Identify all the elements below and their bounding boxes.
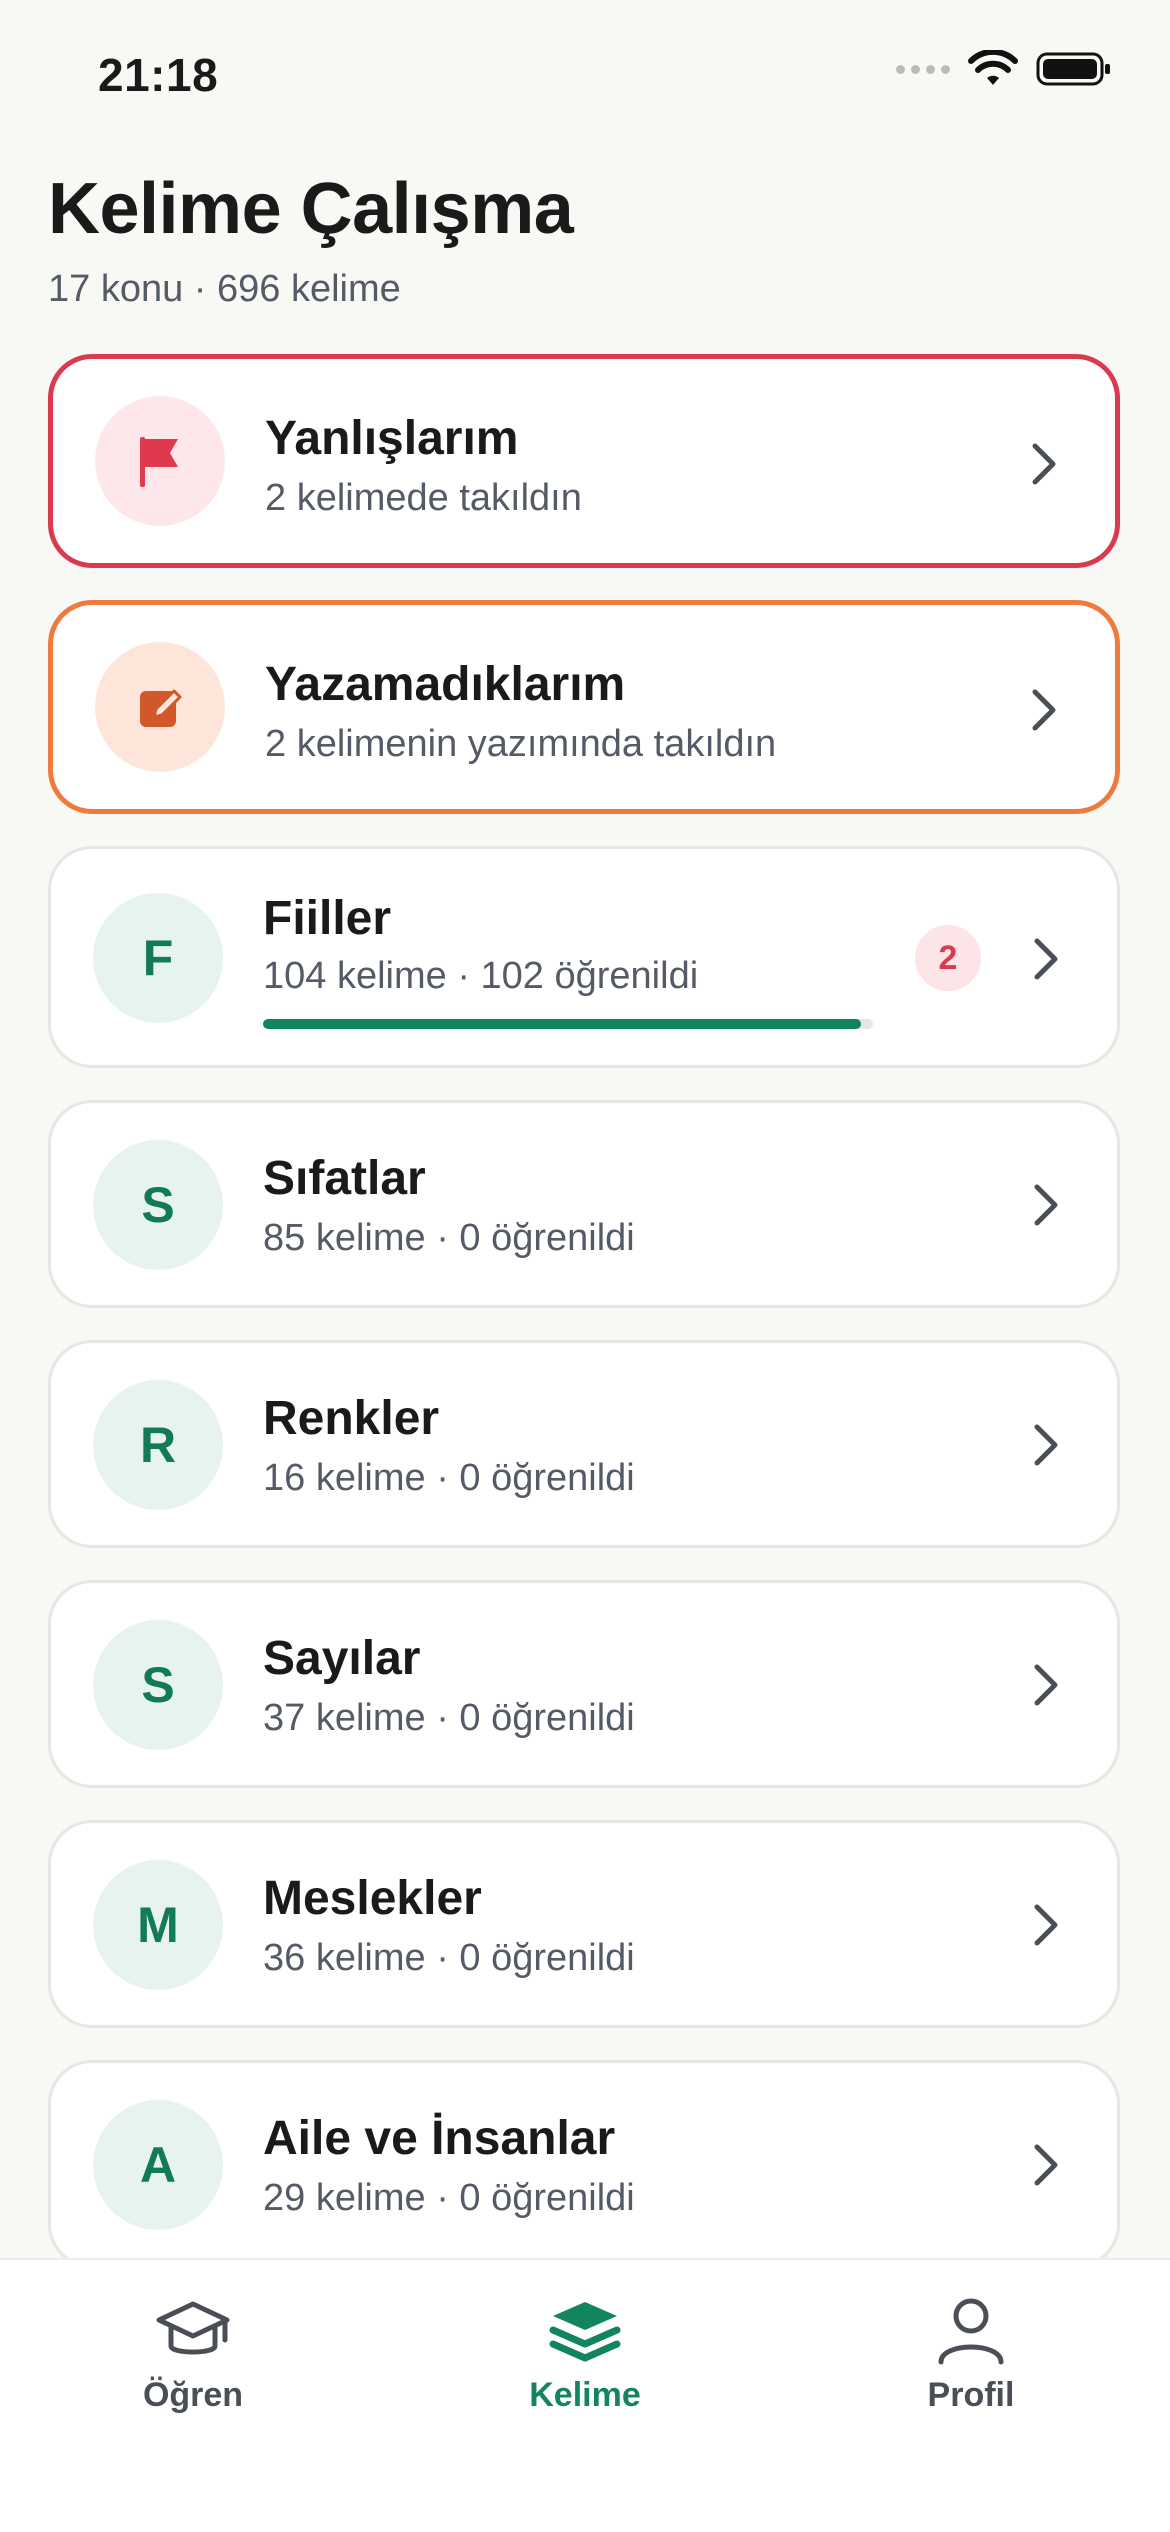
chevron-right-icon: [1032, 443, 1056, 485]
status-bar: 21:18: [0, 0, 1170, 150]
tab-kelime[interactable]: Kelime: [465, 2296, 705, 2415]
topic-avatar: S: [93, 1140, 223, 1270]
topic-title: Fiiller: [263, 892, 392, 945]
tab-ogren[interactable]: Öğren: [73, 2296, 313, 2415]
chevron-right-icon: [1034, 1664, 1058, 1706]
tab-profil[interactable]: Profil: [851, 2296, 1091, 2415]
tab-label: Kelime: [529, 2376, 641, 2414]
misspelled-title: Yazamadıklarım: [265, 658, 626, 711]
topic-avatar: F: [93, 893, 223, 1023]
mistake-count-badge: 2: [915, 925, 981, 991]
bottom-tab-bar: Öğren Kelime Profil: [0, 2258, 1170, 2532]
graduation-cap-icon: [156, 2301, 230, 2355]
topic-avatar: M: [93, 1860, 223, 1990]
cellular-signal-icon: [896, 64, 950, 74]
topic-title: Meslekler: [263, 1872, 482, 1925]
mistakes-title: Yanlışlarım: [265, 412, 519, 465]
topic-subtitle: 36 kelime · 0 öğrenildi: [263, 1937, 635, 1979]
topic-title: Sıfatlar: [263, 1152, 426, 1205]
topic-card-aile-ve-insanlar[interactable]: A Aile ve İnsanlar 29 kelime · 0 öğrenil…: [48, 2060, 1120, 2268]
topic-card-renkler[interactable]: R Renkler 16 kelime · 0 öğrenildi: [48, 1340, 1120, 1548]
chevron-right-icon: [1034, 1424, 1058, 1466]
misspelled-avatar: [95, 642, 225, 772]
chevron-right-icon: [1034, 2144, 1058, 2186]
wifi-icon: [968, 50, 1018, 85]
mistakes-avatar: [95, 396, 225, 526]
topic-card-sifatlar[interactable]: S Sıfatlar 85 kelime · 0 öğrenildi: [48, 1100, 1120, 1308]
topic-title: Renkler: [263, 1392, 440, 1445]
topic-avatar: A: [93, 2100, 223, 2230]
page-header: Kelime Çalışma 17 konu · 696 kelime: [48, 168, 574, 311]
topic-subtitle: 29 kelime · 0 öğrenildi: [263, 2177, 635, 2219]
topic-subtitle: 16 kelime · 0 öğrenildi: [263, 1457, 635, 1499]
tab-label: Öğren: [142, 2376, 244, 2414]
misspelled-subtitle: 2 kelimenin yazımında takıldın: [265, 723, 777, 765]
topic-progress-fill: [263, 1019, 861, 1029]
mistakes-subtitle: 2 kelimede takıldın: [265, 477, 582, 519]
topic-card-sayilar[interactable]: S Sayılar 37 kelime · 0 öğrenildi: [48, 1580, 1120, 1788]
battery-icon: [1036, 52, 1110, 86]
mistakes-card[interactable]: Yanlışlarım 2 kelimede takıldın: [48, 354, 1120, 568]
edit-icon: [140, 689, 182, 727]
topic-subtitle: 37 kelime · 0 öğrenildi: [263, 1697, 635, 1739]
topic-card-meslekler[interactable]: M Meslekler 36 kelime · 0 öğrenildi: [48, 1820, 1120, 2028]
chevron-right-icon: [1034, 938, 1058, 980]
topic-subtitle: 85 kelime · 0 öğrenildi: [263, 1217, 635, 1259]
flag-icon: [140, 437, 178, 487]
chevron-right-icon: [1032, 689, 1056, 731]
chevron-right-icon: [1034, 1904, 1058, 1946]
topic-title: Sayılar: [263, 1632, 421, 1685]
topic-avatar: R: [93, 1380, 223, 1510]
misspelled-card[interactable]: Yazamadıklarım 2 kelimenin yazımında tak…: [48, 600, 1120, 814]
status-icons: [896, 50, 1112, 88]
tab-label: Profil: [927, 2376, 1015, 2414]
topic-title: Aile ve İnsanlar: [263, 2112, 616, 2165]
topic-avatar: S: [93, 1620, 223, 1750]
topic-card-fiiller[interactable]: F Fiiller 104 kelime · 102 öğrenildi 2: [48, 846, 1120, 1068]
status-time: 21:18: [98, 49, 219, 101]
page-title: Kelime Çalışma: [48, 169, 574, 249]
user-icon: [938, 2298, 1004, 2365]
chevron-right-icon: [1034, 1184, 1058, 1226]
topic-subtitle: 104 kelime · 102 öğrenildi: [263, 955, 699, 997]
topic-progress-bar: [263, 1019, 873, 1029]
page-subtitle: 17 konu · 696 kelime: [48, 268, 401, 310]
layers-icon: [549, 2302, 621, 2362]
